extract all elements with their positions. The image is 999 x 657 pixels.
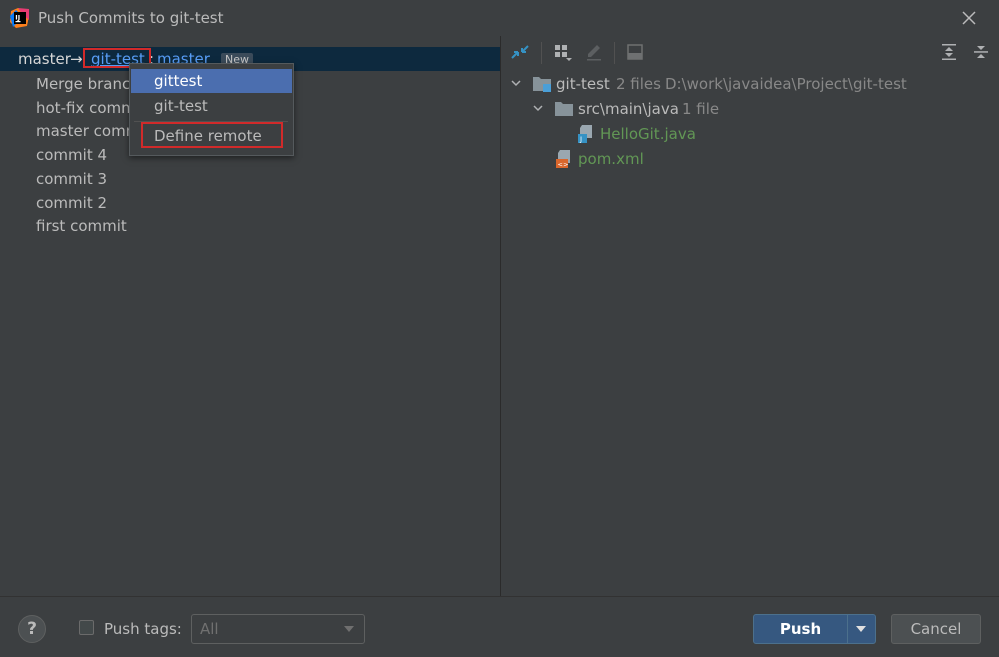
toolbar-separator [614, 42, 615, 64]
chevron-down-icon [856, 626, 866, 632]
module-folder-icon [533, 77, 551, 92]
toolbar-separator [541, 42, 542, 64]
remote-popup: gittest git-test Define remote [129, 63, 294, 156]
group-by-icon[interactable] [553, 42, 573, 62]
commit-item[interactable]: commit 2 [36, 194, 107, 212]
commit-item[interactable]: commit 4 [36, 146, 107, 164]
commit-item[interactable]: master comm [36, 122, 140, 140]
folder-icon [555, 102, 573, 116]
remote-option-gittest[interactable]: gittest [131, 69, 292, 93]
push-arrow-icon: → [70, 50, 83, 68]
svg-text:J: J [579, 136, 582, 144]
expand-arrows-icon[interactable] [510, 42, 530, 62]
tree-folder-count: 1 file [682, 100, 720, 118]
close-icon[interactable] [958, 7, 980, 29]
collapse-all-icon[interactable] [971, 42, 991, 62]
chevron-down-icon[interactable] [510, 77, 522, 89]
tree-file-hellogit[interactable]: HelloGit.java [600, 125, 696, 143]
java-file-icon: J [578, 125, 592, 144]
commit-item[interactable]: first commit [36, 217, 127, 235]
svg-text:IJ: IJ [15, 14, 20, 22]
intellij-app-icon: IJ [10, 8, 29, 28]
chevron-down-icon[interactable] [532, 102, 544, 114]
window-title: Push Commits to git-test [38, 9, 224, 27]
tree-root-path: D:\work\javaidea\Project\git-test [665, 75, 907, 93]
tree-root-count: 2 files [616, 75, 661, 93]
preview-icon[interactable] [625, 42, 645, 62]
tree-root-name[interactable]: git-test [556, 75, 610, 93]
xml-file-icon: <> [556, 150, 570, 169]
source-branch: master [18, 50, 71, 68]
commit-item[interactable]: Merge branc [36, 75, 130, 93]
changes-panel [501, 36, 999, 596]
remote-option-git-test[interactable]: git-test [131, 94, 292, 118]
push-tags-label: Push tags: [104, 620, 182, 638]
chevron-down-icon [344, 626, 354, 632]
push-tags-select-value: All [200, 620, 219, 638]
help-button[interactable]: ? [18, 615, 46, 643]
define-remote-highlight-box [141, 122, 283, 148]
cancel-button[interactable]: Cancel [891, 614, 981, 644]
remote-option-label: gittest [154, 72, 203, 90]
expand-all-icon[interactable] [939, 42, 959, 62]
push-button[interactable]: Push [753, 614, 848, 644]
push-tags-checkbox[interactable] [79, 620, 94, 635]
commit-item[interactable]: commit 3 [36, 170, 107, 188]
tree-folder-name[interactable]: src\main\java [578, 100, 679, 118]
commit-item[interactable]: hot-fix comm [36, 99, 136, 117]
svg-text:<>: <> [558, 161, 569, 169]
edit-icon[interactable] [584, 42, 604, 62]
tree-file-pom[interactable]: pom.xml [578, 150, 644, 168]
footer-divider [0, 596, 999, 597]
remote-option-label: git-test [154, 97, 208, 115]
